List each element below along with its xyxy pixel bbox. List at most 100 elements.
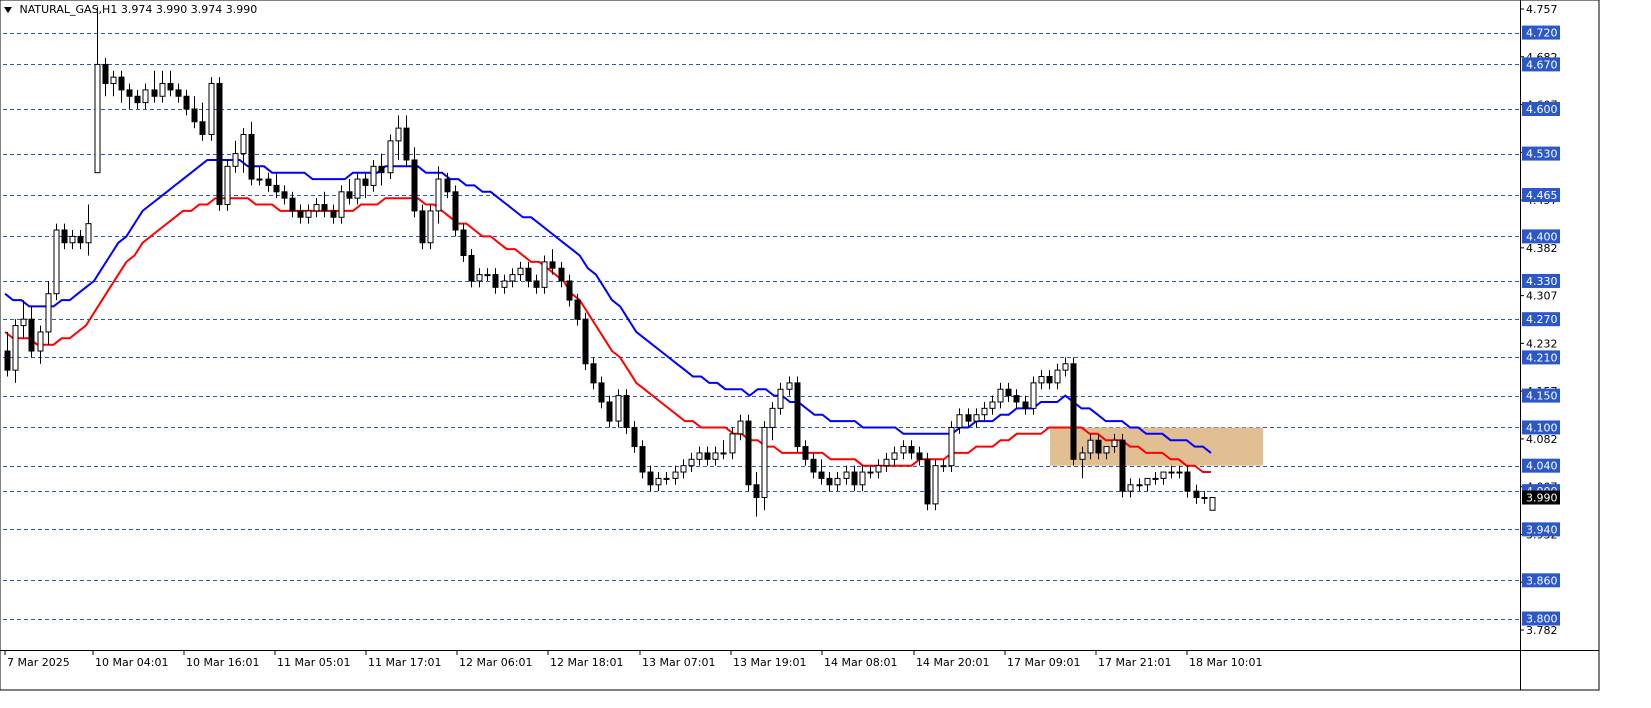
candle[interactable]	[688, 452, 695, 473]
candle[interactable]	[940, 459, 947, 473]
candle[interactable]	[1119, 433, 1126, 498]
candle[interactable]	[533, 274, 540, 294]
candle[interactable]	[948, 421, 955, 473]
candle[interactable]	[460, 223, 467, 262]
candle[interactable]	[932, 459, 939, 511]
candle[interactable]	[216, 77, 223, 211]
candle[interactable]	[566, 274, 573, 307]
candle[interactable]	[240, 128, 247, 173]
candle[interactable]	[1144, 477, 1151, 492]
candle[interactable]	[525, 261, 532, 288]
candle[interactable]	[1054, 363, 1061, 390]
candle[interactable]	[900, 440, 907, 460]
candle[interactable]	[843, 465, 850, 485]
candle[interactable]	[989, 395, 996, 415]
candle[interactable]	[769, 401, 776, 441]
candle[interactable]	[167, 70, 174, 97]
candle[interactable]	[419, 204, 426, 250]
candle[interactable]	[297, 204, 304, 224]
candle[interactable]	[786, 376, 793, 396]
candle[interactable]	[484, 268, 491, 281]
candle[interactable]	[69, 230, 76, 250]
candle[interactable]	[1062, 357, 1069, 377]
candle[interactable]	[720, 440, 727, 460]
candle[interactable]	[834, 472, 841, 492]
price-chart[interactable]: 4.7574.6824.6074.5324.4574.3824.3074.232…	[0, 0, 1651, 708]
candle[interactable]	[753, 472, 760, 517]
candle[interactable]	[794, 376, 801, 453]
candle[interactable]	[1176, 465, 1183, 479]
candle[interactable]	[118, 70, 125, 103]
candle[interactable]	[1152, 472, 1159, 485]
candle[interactable]	[867, 465, 874, 479]
candle[interactable]	[663, 472, 670, 485]
candle[interactable]	[1005, 382, 1012, 402]
candle[interactable]	[265, 172, 272, 192]
candle[interactable]	[1209, 497, 1216, 511]
candle[interactable]	[965, 408, 972, 428]
candle[interactable]	[61, 223, 68, 250]
candle[interactable]	[647, 465, 654, 492]
candle[interactable]	[102, 58, 109, 97]
candle[interactable]	[281, 185, 288, 205]
candle[interactable]	[631, 421, 638, 453]
candle[interactable]	[916, 446, 923, 466]
candle[interactable]	[248, 121, 255, 186]
candle[interactable]	[476, 268, 483, 288]
candle[interactable]	[1013, 389, 1020, 409]
candle[interactable]	[232, 140, 239, 173]
candle[interactable]	[85, 204, 92, 256]
candle[interactable]	[1168, 465, 1175, 479]
candle[interactable]	[590, 357, 597, 390]
candle[interactable]	[403, 115, 410, 167]
candle[interactable]	[208, 77, 215, 141]
candle[interactable]	[77, 230, 84, 250]
candle[interactable]	[517, 261, 524, 281]
candle[interactable]	[1022, 395, 1029, 415]
candle[interactable]	[908, 440, 915, 460]
candle[interactable]	[4, 331, 11, 377]
candle[interactable]	[802, 440, 809, 466]
candle[interactable]	[777, 382, 784, 415]
candle[interactable]	[582, 312, 589, 371]
candle[interactable]	[37, 325, 44, 364]
candle[interactable]	[745, 414, 752, 492]
candle[interactable]	[142, 83, 149, 109]
candle[interactable]	[761, 421, 768, 511]
candle[interactable]	[1184, 465, 1191, 498]
candle[interactable]	[134, 89, 141, 109]
candle[interactable]	[1201, 491, 1208, 504]
candle[interactable]	[199, 102, 206, 141]
candle[interactable]	[273, 172, 280, 199]
candle[interactable]	[655, 472, 662, 492]
candle[interactable]	[126, 83, 133, 109]
candle[interactable]	[435, 166, 442, 224]
candle[interactable]	[338, 185, 345, 224]
candle[interactable]	[501, 274, 508, 294]
candle[interactable]	[541, 255, 548, 294]
candle[interactable]	[159, 70, 166, 103]
candle[interactable]	[395, 115, 402, 160]
candle[interactable]	[623, 389, 630, 434]
candle[interactable]	[851, 465, 858, 492]
candle[interactable]	[810, 452, 817, 479]
candle[interactable]	[997, 382, 1004, 409]
candle[interactable]	[875, 459, 882, 479]
candle[interactable]	[313, 198, 320, 218]
candle[interactable]	[354, 172, 361, 205]
candle[interactable]	[1193, 484, 1200, 504]
candle[interactable]	[558, 261, 565, 288]
candle[interactable]	[1046, 370, 1053, 390]
candle[interactable]	[305, 204, 312, 224]
candle[interactable]	[28, 306, 35, 358]
candle[interactable]	[1070, 357, 1077, 466]
candle[interactable]	[826, 472, 833, 492]
candle[interactable]	[427, 204, 434, 250]
candle[interactable]	[1160, 471, 1167, 485]
candle[interactable]	[53, 223, 60, 301]
candle[interactable]	[981, 401, 988, 422]
candle[interactable]	[1038, 370, 1045, 390]
candle[interactable]	[615, 389, 622, 428]
candle[interactable]	[346, 179, 353, 205]
candle[interactable]	[45, 280, 52, 345]
